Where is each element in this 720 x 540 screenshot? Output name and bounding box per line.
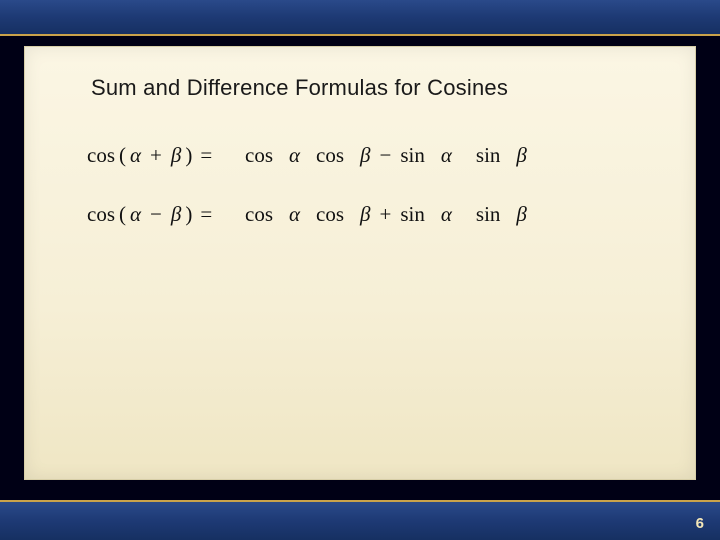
alpha-symbol: α [439, 143, 454, 168]
formula-row: cos ( α + β ) = cos α cos β − [85, 143, 655, 168]
lparen: ( [117, 202, 128, 227]
bottom-bar: 6 [0, 500, 720, 540]
minus-operator: − [143, 202, 169, 227]
beta-symbol: β [169, 202, 183, 227]
alpha-symbol: α [287, 202, 302, 227]
sin-fn: sin [398, 143, 427, 168]
beta-symbol: β [169, 143, 183, 168]
page-number: 6 [696, 515, 704, 532]
lparen: ( [117, 143, 128, 168]
cos-fn: cos [314, 143, 346, 168]
sin-fn: sin [474, 143, 503, 168]
sin-fn: sin [398, 202, 427, 227]
beta-symbol: β [514, 202, 528, 227]
beta-symbol: β [514, 143, 528, 168]
plus-operator: + [373, 202, 399, 227]
formula-rhs: cos α cos β + sin α sin β [243, 202, 529, 227]
cos-fn: cos [243, 143, 275, 168]
cos-fn: cos [85, 202, 117, 227]
slide-heading: Sum and Difference Formulas for Cosines [91, 75, 508, 101]
cos-fn: cos [243, 202, 275, 227]
sin-fn: sin [474, 202, 503, 227]
beta-symbol: β [358, 143, 372, 168]
formula-rhs: cos α cos β − sin α sin β [243, 143, 529, 168]
rparen: ) [183, 202, 194, 227]
plus-operator: + [143, 143, 169, 168]
cos-fn: cos [314, 202, 346, 227]
formula-lhs: cos ( α + β ) = [85, 143, 243, 168]
beta-symbol: β [358, 202, 372, 227]
equals-sign: = [194, 202, 226, 227]
alpha-symbol: α [287, 143, 302, 168]
minus-operator: − [373, 143, 399, 168]
formula-row: cos ( α − β ) = cos α cos β + [85, 202, 655, 227]
slide: Sum and Difference Formulas for Cosines … [0, 0, 720, 540]
alpha-symbol: α [439, 202, 454, 227]
top-bar [0, 0, 720, 36]
content-area: Sum and Difference Formulas for Cosines … [24, 46, 696, 480]
formula-lhs: cos ( α − β ) = [85, 202, 243, 227]
cos-fn: cos [85, 143, 117, 168]
equals-sign: = [194, 143, 226, 168]
formula-list: cos ( α + β ) = cos α cos β − [85, 143, 655, 261]
alpha-symbol: α [128, 202, 143, 227]
alpha-symbol: α [128, 143, 143, 168]
rparen: ) [183, 143, 194, 168]
